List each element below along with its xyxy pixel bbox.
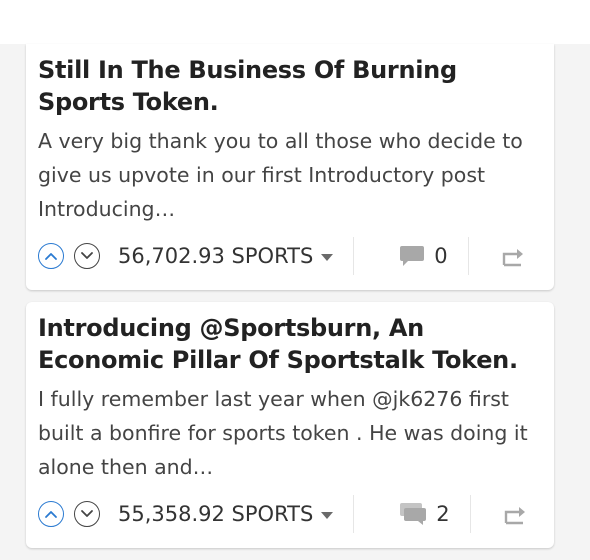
reblog-button[interactable]: [501, 245, 525, 267]
chevron-down-icon: [81, 510, 93, 517]
payout-value[interactable]: 56,702.93 SPORTS: [118, 244, 313, 268]
chevron-up-icon: [45, 253, 57, 260]
post-actions: 55,358.92 SPORTS 2: [38, 494, 542, 534]
post-feed: Still In The Business Of Burning Sports …: [26, 44, 554, 560]
chevron-down-icon: [81, 252, 93, 259]
comment-count: 2: [436, 502, 450, 526]
divider: [353, 237, 355, 275]
reblog-button[interactable]: [503, 503, 527, 525]
caret-down-icon[interactable]: [321, 253, 334, 261]
payout-value[interactable]: 55,358.92 SPORTS: [118, 502, 313, 526]
downvote-button[interactable]: [74, 501, 100, 527]
reblog-icon: [502, 249, 523, 267]
post-title[interactable]: Still In The Business Of Burning Sports …: [38, 54, 542, 118]
post-title[interactable]: Introducing @Sportsburn, An Economic Pil…: [38, 312, 542, 376]
comments-icon: [400, 503, 427, 525]
comments-button[interactable]: 0: [398, 244, 448, 268]
post-excerpt[interactable]: A very big thank you to all those who de…: [38, 124, 542, 226]
post-card[interactable]: Introducing @Sportsburn, An Economic Pil…: [26, 302, 554, 548]
upvote-button[interactable]: [38, 501, 64, 527]
post-actions: 56,702.93 SPORTS 0: [38, 236, 542, 276]
post-excerpt[interactable]: I fully remember last year when @jk6276 …: [38, 382, 542, 484]
divider: [469, 495, 471, 533]
downvote-button[interactable]: [74, 243, 100, 269]
divider: [467, 237, 469, 275]
comments-button[interactable]: 2: [398, 502, 450, 526]
comment-count: 0: [434, 244, 448, 268]
chevron-up-icon: [45, 511, 57, 518]
caret-down-icon[interactable]: [321, 511, 334, 519]
upvote-button[interactable]: [38, 243, 64, 269]
reblog-icon: [504, 507, 525, 525]
top-bar: [0, 0, 590, 44]
comment-bubble-icon: [400, 246, 425, 266]
post-card[interactable]: Still In The Business Of Burning Sports …: [26, 44, 554, 290]
divider: [353, 495, 355, 533]
